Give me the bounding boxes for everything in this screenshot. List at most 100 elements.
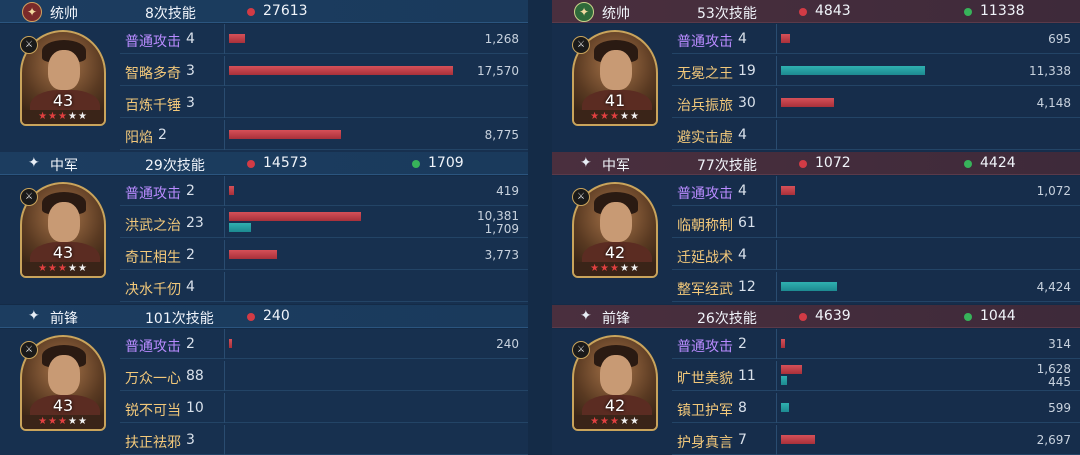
skill-times: 7	[738, 432, 747, 448]
heal-value: 4,424	[1036, 280, 1071, 294]
row-divider	[224, 272, 225, 302]
skill-row: 百炼千锤 3	[120, 88, 528, 118]
skill-row: 镇卫护军 8 599	[672, 393, 1080, 423]
general-body: 43 ★★★★★ ⚔ 普通攻击 2 240 万众一心 88 锐不可当 10 扶正祛邪 3	[0, 329, 528, 455]
row-divider	[776, 176, 777, 206]
star-rating: ★★★★★	[574, 415, 656, 429]
role-label: 中军	[602, 158, 630, 174]
skill-times: 4	[738, 31, 747, 47]
skill-times: 61	[738, 215, 756, 231]
skill-row: 迁延战术 4	[672, 240, 1080, 270]
heal-bar	[229, 223, 251, 232]
damage-bar	[781, 98, 834, 107]
red-dot-icon	[799, 160, 807, 168]
general-section: ✦ 中军 29次技能 14573 1709 43 ★★★★★ ⚔ 普通攻击 2 419 洪武之治 23 1…	[0, 152, 528, 304]
general-level: 42	[604, 396, 626, 415]
heal-value: 599	[1048, 401, 1071, 415]
row-divider	[224, 240, 225, 270]
green-dot-icon	[964, 313, 972, 321]
skill-times: 2	[186, 247, 195, 263]
skill-name: 普通攻击	[677, 186, 733, 202]
damage-bar	[229, 339, 233, 348]
skill-times: 4	[738, 127, 747, 143]
row-divider	[224, 88, 225, 118]
skill-name: 无冕之王	[677, 66, 733, 82]
row-divider	[776, 56, 777, 86]
damage-value: 1,628	[1036, 362, 1071, 376]
general-header: ✦ 中军 77次技能 1072 4424	[552, 152, 1080, 175]
damage-value: 3,773	[484, 248, 519, 262]
general-header: ✦ 前锋 101次技能 240	[0, 305, 528, 328]
skill-row: 普通攻击 2 314	[672, 329, 1080, 359]
skill-times: 4	[738, 247, 747, 263]
skill-count: 8次技能	[145, 6, 196, 22]
heal-bar	[781, 282, 838, 291]
skill-times: 2	[186, 183, 195, 199]
skill-name: 扶正祛邪	[125, 435, 181, 451]
row-divider	[224, 56, 225, 86]
general-level: 41	[604, 91, 626, 110]
damage-bar	[229, 186, 235, 195]
skill-name: 洪武之治	[125, 218, 181, 234]
general-section: ✦ 前锋 26次技能 4639 1044 42 ★★★★★ ⚔ 普通攻击 2 314 旷世美貌 11 1,…	[552, 305, 1080, 455]
unit-type-icon: ⚔	[20, 341, 38, 359]
portrait-face	[48, 355, 80, 395]
star-rating: ★★★★★	[22, 110, 104, 124]
damage-value: 10,381	[477, 209, 519, 223]
row-divider	[224, 24, 225, 54]
role-label: 中军	[50, 158, 78, 174]
general-section: ✦ 统帅 53次技能 4843 11338 41 ★★★★★ ⚔ 普通攻击 4 695 无冕之王 19 1…	[552, 0, 1080, 152]
skill-row: 普通攻击 4 1,072	[672, 176, 1080, 206]
skill-name: 临朝称制	[677, 218, 733, 234]
skill-row: 扶正祛邪 3	[120, 425, 528, 455]
skill-row: 决水千仞 4	[120, 272, 528, 302]
damage-total: 27613	[263, 3, 308, 19]
skill-name: 百炼千锤	[125, 98, 181, 114]
general-body: 43 ★★★★★ ⚔ 普通攻击 2 419 洪武之治 23 10,381 1,709 奇正相生 2 3,…	[0, 176, 528, 304]
general-header: ✦ 中军 29次技能 14573 1709	[0, 152, 528, 175]
skill-row: 普通攻击 2 240	[120, 329, 528, 359]
skill-name: 阳焰	[125, 130, 153, 146]
skill-times: 3	[186, 432, 195, 448]
left-team-panel: ✦ 统帅 8次技能 27613 43 ★★★★★ ⚔ 普通攻击 4 1,268 智略多奇 3 17,57…	[0, 0, 528, 455]
star-icon: ✦	[28, 155, 40, 171]
row-divider	[776, 88, 777, 118]
damage-total: 14573	[263, 155, 308, 171]
portrait-face	[600, 50, 632, 90]
star-rating: ★★★★★	[22, 262, 104, 276]
skill-name: 锐不可当	[125, 403, 181, 419]
skill-row: 临朝称制 61	[672, 208, 1080, 238]
skill-times: 2	[158, 127, 167, 143]
role-label: 前锋	[602, 311, 630, 327]
damage-value: 419	[496, 184, 519, 198]
skill-row: 避实击虚 4	[672, 120, 1080, 150]
star-icon: ✦	[580, 155, 592, 171]
damage-bar	[781, 435, 816, 444]
heal-value: 11,338	[1029, 64, 1071, 78]
general-section: ✦ 中军 77次技能 1072 4424 42 ★★★★★ ⚔ 普通攻击 4 1,072 临朝称制 61…	[552, 152, 1080, 304]
skill-times: 2	[738, 336, 747, 352]
damage-value: 2,697	[1036, 433, 1071, 447]
skill-name: 迁延战术	[677, 250, 733, 266]
heal-value: 1,709	[484, 222, 519, 236]
row-divider	[776, 208, 777, 238]
skill-name: 万众一心	[125, 371, 181, 387]
skill-name: 普通攻击	[677, 34, 733, 50]
row-divider	[224, 120, 225, 150]
skill-times: 3	[186, 63, 195, 79]
general-level: 43	[52, 243, 74, 262]
star-icon: ✦	[28, 308, 40, 324]
row-divider	[224, 176, 225, 206]
skill-name: 治兵振旅	[677, 98, 733, 114]
skill-row: 旷世美貌 11 1,628 445	[672, 361, 1080, 391]
unit-type-icon: ⚔	[572, 36, 590, 54]
skill-times: 12	[738, 279, 756, 295]
commander-badge-icon: ✦	[22, 2, 42, 22]
general-level: 43	[52, 396, 74, 415]
general-header: ✦ 统帅 53次技能 4843 11338	[552, 0, 1080, 23]
heal-total: 4424	[980, 155, 1016, 171]
skill-row: 阳焰 2 8,775	[120, 120, 528, 150]
row-divider	[776, 393, 777, 423]
general-body: 42 ★★★★★ ⚔ 普通攻击 4 1,072 临朝称制 61 迁延战术 4 整军经武 12 4,424	[552, 176, 1080, 304]
green-dot-icon	[964, 8, 972, 16]
